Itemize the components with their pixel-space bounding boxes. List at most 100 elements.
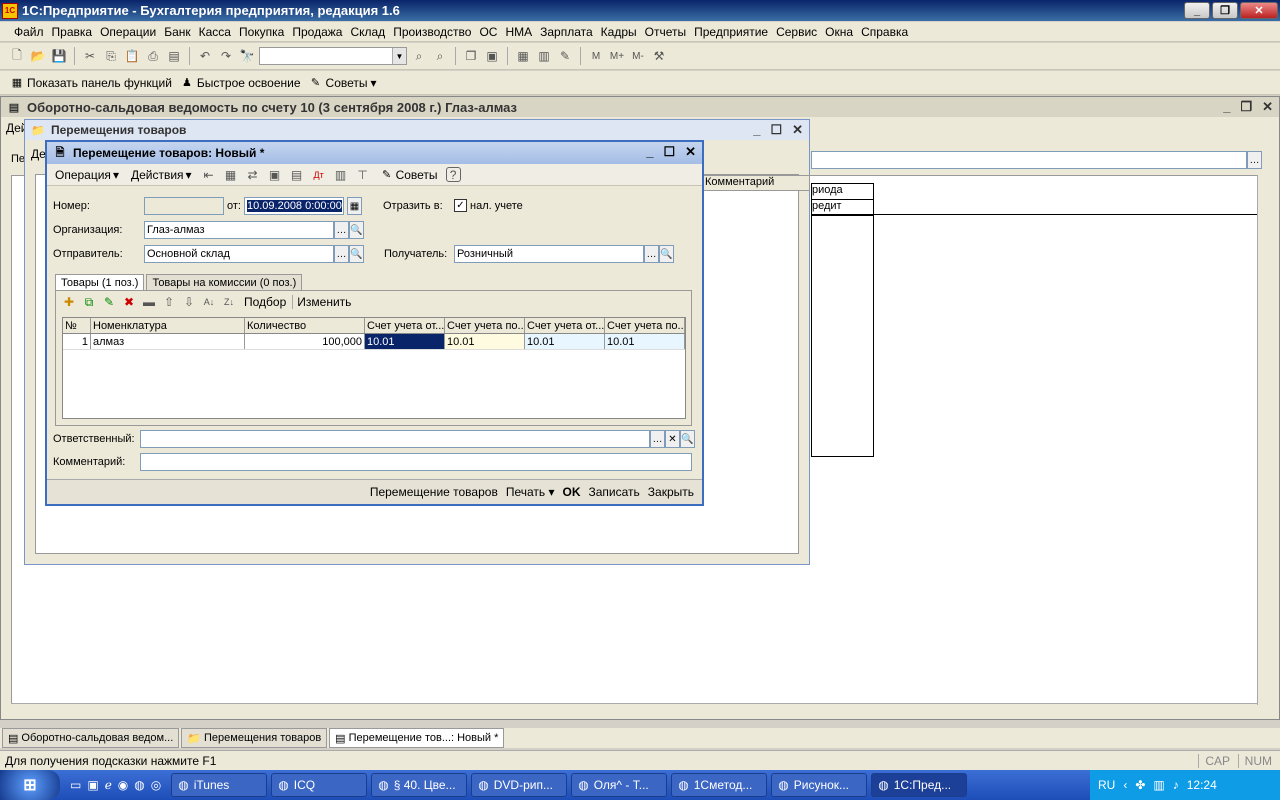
grid-col-0[interactable]: №	[63, 318, 91, 333]
maximize-button[interactable]: ❐	[1212, 2, 1238, 19]
menu-item-10[interactable]: НМА	[501, 25, 536, 39]
date-field[interactable]: 10.09.2008 0:00:00	[244, 197, 344, 215]
table-row[interactable]: 1 алмаз 100,000 10.01 10.01 10.01 10.01	[63, 334, 685, 350]
menu-item-9[interactable]: ОС	[475, 25, 501, 39]
calculator-icon[interactable]: ▦	[514, 47, 532, 65]
taskbar-item-1[interactable]: ◍ ICQ	[271, 773, 368, 797]
report-period-select[interactable]: …	[1247, 151, 1262, 169]
copy-icon[interactable]: ⎘	[102, 47, 120, 65]
grid-col-2[interactable]: Количество	[245, 318, 365, 333]
menu-item-6[interactable]: Продажа	[288, 25, 346, 39]
menu-item-17[interactable]: Справка	[857, 25, 912, 39]
close-button[interactable]: ✕	[1240, 2, 1278, 19]
tax-accounting-checkbox[interactable]: ✓	[454, 199, 467, 212]
list-restore-button[interactable]: ☐	[770, 122, 782, 138]
report-doc-icon[interactable]: ▥	[332, 166, 350, 184]
pick-button[interactable]: Подбор	[240, 295, 290, 309]
grid-cell[interactable]: 10.01	[445, 334, 525, 349]
find-prev-icon[interactable]: ⌕	[431, 47, 449, 65]
operation-menu[interactable]: Операция ▾	[51, 168, 123, 182]
calendar-button[interactable]: ▦	[347, 197, 362, 215]
organization-open-button[interactable]: 🔍	[349, 221, 364, 239]
redo-icon[interactable]: ↷	[217, 47, 235, 65]
start-button[interactable]: ⊞	[0, 770, 60, 800]
sort-desc-icon[interactable]: Z↓	[220, 293, 238, 311]
help-icon[interactable]: ?	[445, 167, 461, 182]
print-icon[interactable]: ⎙	[144, 47, 162, 65]
paste-icon[interactable]: 📋	[123, 47, 141, 65]
sender-open-button[interactable]: 🔍	[349, 245, 364, 263]
taskbar-item-4[interactable]: ◍ Оля^ - Т...	[571, 773, 668, 797]
change-button[interactable]: Изменить	[292, 295, 355, 309]
tray-arrow-icon[interactable]: ‹	[1123, 778, 1127, 792]
goods-tab-0[interactable]: Товары (1 поз.)	[55, 274, 145, 291]
move-up-icon[interactable]: ⇧	[160, 293, 178, 311]
tray-network-icon[interactable]: ▥	[1153, 778, 1164, 792]
menu-item-4[interactable]: Касса	[195, 25, 235, 39]
grid-cell[interactable]: 10.01	[605, 334, 685, 349]
taskbar-item-3[interactable]: ◍ DVD-рип...	[471, 773, 568, 797]
grid-cell[interactable]: 1	[63, 334, 91, 349]
memory-m-icon[interactable]: M	[587, 47, 605, 65]
number-field[interactable]	[144, 197, 224, 215]
show-desktop-icon[interactable]: ▭	[70, 778, 81, 792]
new-icon[interactable]: 🗋	[8, 47, 26, 65]
ok-button[interactable]: OK	[563, 485, 581, 499]
doc-minimize-button[interactable]: _	[646, 144, 653, 160]
responsible-open-button[interactable]: 🔍	[680, 430, 695, 448]
grid-col-4[interactable]: Счет учета по...	[445, 318, 525, 333]
1c-icon[interactable]: ▣	[483, 47, 501, 65]
doc-close-button[interactable]: ✕	[685, 144, 696, 160]
sender-field[interactable]: Основной склад	[144, 245, 334, 263]
organization-select-button[interactable]: …	[334, 221, 349, 239]
windows-icon[interactable]: ❐	[462, 47, 480, 65]
save-button[interactable]: Записать	[589, 485, 640, 499]
tray-clover-icon[interactable]: ✤	[1135, 778, 1145, 792]
menu-item-14[interactable]: Предприятие	[690, 25, 772, 39]
open-icon[interactable]: 📂	[29, 47, 47, 65]
quicklaunch-app-icon[interactable]: ▣	[87, 778, 98, 792]
menu-item-15[interactable]: Сервис	[772, 25, 821, 39]
edit-row-icon[interactable]: ✎	[100, 293, 118, 311]
responsible-clear-button[interactable]: ✕	[665, 430, 680, 448]
find-next-icon[interactable]: ⌕	[410, 47, 428, 65]
receiver-select-button[interactable]: …	[644, 245, 659, 263]
menu-item-2[interactable]: Операции	[96, 25, 160, 39]
volume-icon[interactable]: ♪	[1173, 778, 1179, 792]
back-icon[interactable]: ⇤	[200, 166, 218, 184]
find-icon[interactable]: 🔭	[238, 47, 256, 65]
taskbar-item-0[interactable]: ◍ iTunes	[171, 773, 268, 797]
goods-tab-1[interactable]: Товары на комиссии (0 поз.)	[146, 274, 303, 291]
report-close-button[interactable]: ✕	[1262, 99, 1273, 115]
grid-col-5[interactable]: Счет учета от...	[525, 318, 605, 333]
grid-col-1[interactable]: Номенклатура	[91, 318, 245, 333]
tools-icon[interactable]: ⚒	[650, 47, 668, 65]
window-tab-1[interactable]: 📁 Перемещения товаров	[181, 728, 328, 748]
actions-menu[interactable]: Действия ▾	[127, 168, 196, 182]
sender-select-button[interactable]: …	[334, 245, 349, 263]
window-tab-0[interactable]: ▤ Оборотно-сальдовая ведом...	[2, 728, 180, 748]
taskbar-item-2[interactable]: ◍ § 40. Цве...	[371, 773, 468, 797]
menu-item-3[interactable]: Банк	[160, 25, 194, 39]
goods-grid[interactable]: № Номенклатура Количество Счет учета от... С…	[62, 317, 686, 419]
list-minimize-button[interactable]: _	[753, 122, 760, 138]
menu-item-5[interactable]: Покупка	[235, 25, 288, 39]
chrome-icon[interactable]: ◉	[118, 778, 128, 792]
window-tab-2[interactable]: ▤ Перемещение тов...: Новый *	[329, 728, 505, 748]
undo-icon[interactable]: ↶	[196, 47, 214, 65]
grid-cell[interactable]: 10.01	[525, 334, 605, 349]
cut-icon[interactable]: ✂	[81, 47, 99, 65]
grid-cell[interactable]: алмаз	[91, 334, 245, 349]
receiver-open-button[interactable]: 🔍	[659, 245, 674, 263]
menu-item-11[interactable]: Зарплата	[536, 25, 597, 39]
taskbar-item-5[interactable]: ◍ 1Сметод...	[671, 773, 768, 797]
list-close-button[interactable]: ✕	[792, 122, 803, 138]
menu-item-1[interactable]: Правка	[48, 25, 97, 39]
pin-icon[interactable]: ✎	[556, 47, 574, 65]
yandex-icon[interactable]: ◎	[151, 778, 161, 792]
search-combo[interactable]: ▼	[259, 47, 407, 65]
taskbar-item-7[interactable]: ◍ 1С:Пред...	[871, 773, 968, 797]
menu-item-0[interactable]: Файл	[10, 25, 48, 39]
struct-sub-icon[interactable]: ⊤	[354, 166, 372, 184]
end-edit-icon[interactable]: ▬	[140, 293, 158, 311]
